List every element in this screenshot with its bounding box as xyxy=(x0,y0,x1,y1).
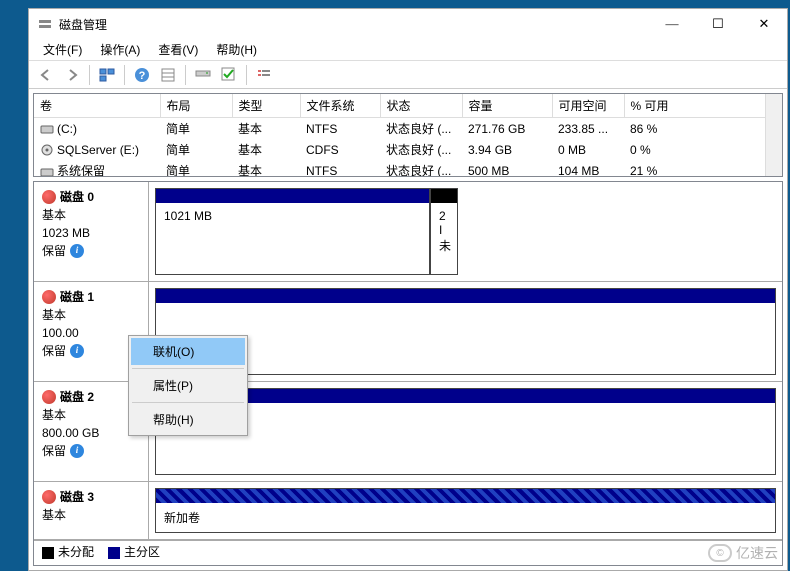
col-free[interactable]: 可用空间 xyxy=(552,94,624,118)
disk-type: 基本 xyxy=(42,406,140,424)
col-percent[interactable]: % 可用 xyxy=(624,94,782,118)
app-icon xyxy=(37,16,53,32)
disk-body: 1021 MB 2 I未 xyxy=(149,182,782,281)
toolbar: ? xyxy=(29,61,787,89)
table-scrollbar[interactable] xyxy=(765,94,782,176)
watermark-icon: © xyxy=(708,544,732,562)
disk-management-window: 磁盘管理 — ☐ ✕ 文件(F) 操作(A) 查看(V) 帮助(H) ? xyxy=(28,8,788,571)
col-layout[interactable]: 布局 xyxy=(160,94,232,118)
context-menu: 联机(O) 属性(P) 帮助(H) xyxy=(128,335,248,436)
disk-row: 磁盘 0 基本 1023 MB 保留 i 1021 MB 2 I未 xyxy=(34,182,782,282)
disk-type: 基本 xyxy=(42,206,140,224)
maximize-button[interactable]: ☐ xyxy=(695,9,741,39)
menubar: 文件(F) 操作(A) 查看(V) 帮助(H) xyxy=(29,39,787,61)
disk-info[interactable]: 磁盘 0 基本 1023 MB 保留 i xyxy=(34,182,149,281)
volume-table: 卷 布局 类型 文件系统 状态 容量 可用空间 % 可用 (C:)简单基本NTF… xyxy=(33,93,783,177)
disk-status-icon xyxy=(42,390,56,404)
disk-info[interactable]: 磁盘 3 基本 xyxy=(34,482,149,539)
titlebar[interactable]: 磁盘管理 — ☐ ✕ xyxy=(29,9,787,39)
partition[interactable]: 新加卷 xyxy=(155,488,776,533)
help-icon[interactable]: ? xyxy=(131,64,153,86)
partition[interactable]: 1021 MB xyxy=(155,188,430,275)
legend-primary-label: 主分区 xyxy=(124,545,160,559)
partition-label: 2 I未 xyxy=(439,209,449,254)
volume-icon xyxy=(40,144,54,156)
volume-row[interactable]: 系统保留简单基本NTFS状态良好 (...500 MB104 MB21 % xyxy=(34,160,782,176)
info-icon[interactable]: i xyxy=(70,344,84,358)
watermark: © 亿速云 xyxy=(708,543,778,563)
toolbar-list-icon[interactable] xyxy=(253,64,275,86)
back-button[interactable] xyxy=(35,64,57,86)
disk-name: 磁盘 2 xyxy=(60,388,94,406)
volume-icon xyxy=(40,123,54,135)
forward-button[interactable] xyxy=(61,64,83,86)
disk-name: 磁盘 3 xyxy=(60,488,94,506)
minimize-button[interactable]: — xyxy=(649,9,695,39)
info-icon[interactable]: i xyxy=(70,244,84,258)
partition-label: 800.00 GB xyxy=(164,409,767,423)
menu-file[interactable]: 文件(F) xyxy=(35,39,90,60)
partition[interactable]: 2 I未 xyxy=(430,188,458,275)
toolbar-check-icon[interactable] xyxy=(218,64,240,86)
disk-size: 1023 MB xyxy=(42,224,140,242)
disk-status: 保留 xyxy=(42,342,66,360)
toolbar-grid-icon[interactable] xyxy=(157,64,179,86)
volume-icon xyxy=(40,166,54,176)
col-capacity[interactable]: 容量 xyxy=(462,94,552,118)
legend-primary-swatch xyxy=(108,547,120,559)
disk-size: 100.00 xyxy=(42,324,140,342)
window-title: 磁盘管理 xyxy=(59,16,649,33)
disk-body: 新加卷 xyxy=(149,482,782,539)
svg-text:?: ? xyxy=(139,70,146,82)
legend-unallocated-swatch xyxy=(42,547,54,559)
info-icon[interactable]: i xyxy=(70,444,84,458)
toolbar-view-icon[interactable] xyxy=(96,64,118,86)
disk-status-icon xyxy=(42,190,56,204)
context-help[interactable]: 帮助(H) xyxy=(131,406,245,433)
disk-status-icon xyxy=(42,290,56,304)
disk-size: 800.00 GB xyxy=(42,424,140,442)
disk-status-icon xyxy=(42,490,56,504)
disk-row: 磁盘 3 基本 新加卷 xyxy=(34,482,782,540)
partition[interactable]: 800.00 GB xyxy=(155,388,776,475)
partition-label: 1021 MB xyxy=(164,209,421,223)
menu-help[interactable]: 帮助(H) xyxy=(208,39,265,60)
context-properties[interactable]: 属性(P) xyxy=(131,372,245,399)
col-type[interactable]: 类型 xyxy=(232,94,300,118)
disk-name: 磁盘 1 xyxy=(60,288,94,306)
legend: 未分配 主分区 xyxy=(34,540,782,562)
disk-status: 保留 xyxy=(42,242,66,260)
col-status[interactable]: 状态 xyxy=(380,94,462,118)
menu-view[interactable]: 查看(V) xyxy=(150,39,206,60)
partition[interactable] xyxy=(155,288,776,375)
context-online[interactable]: 联机(O) xyxy=(131,338,245,365)
disk-type: 基本 xyxy=(42,506,140,524)
col-volume[interactable]: 卷 xyxy=(34,94,160,118)
disk-status: 保留 xyxy=(42,442,66,460)
disk-name: 磁盘 0 xyxy=(60,188,94,206)
close-button[interactable]: ✕ xyxy=(741,9,787,39)
volume-row[interactable]: (C:)简单基本NTFS状态良好 (...271.76 GB233.85 ...… xyxy=(34,118,782,140)
content-area: 卷 布局 类型 文件系统 状态 容量 可用空间 % 可用 (C:)简单基本NTF… xyxy=(29,89,787,570)
table-header-row: 卷 布局 类型 文件系统 状态 容量 可用空间 % 可用 xyxy=(34,94,782,118)
disk-type: 基本 xyxy=(42,306,140,324)
partition-label: 新加卷 xyxy=(164,509,767,526)
toolbar-disk-icon[interactable] xyxy=(192,64,214,86)
col-fs[interactable]: 文件系统 xyxy=(300,94,380,118)
watermark-text: 亿速云 xyxy=(736,543,778,563)
volume-row[interactable]: SQLServer (E:)简单基本CDFS状态良好 (...3.94 GB0 … xyxy=(34,139,782,160)
menu-action[interactable]: 操作(A) xyxy=(92,39,148,60)
legend-unallocated-label: 未分配 xyxy=(58,545,94,559)
